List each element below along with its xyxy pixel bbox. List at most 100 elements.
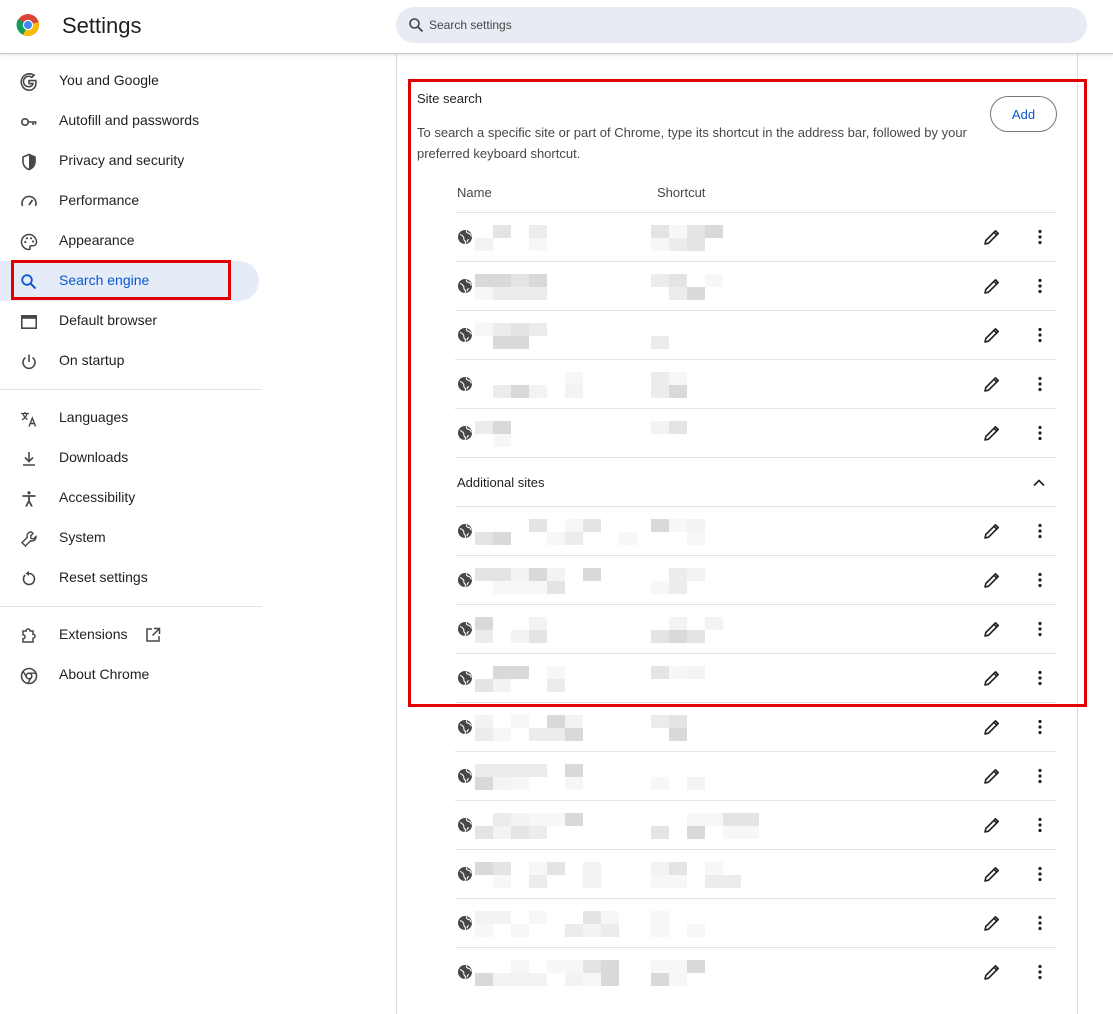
site-search-row[interactable] [455, 751, 1056, 800]
more-options-icon[interactable] [1030, 227, 1050, 247]
more-options-icon[interactable] [1030, 864, 1050, 884]
edit-pencil-icon[interactable] [982, 619, 1002, 639]
redacted-pixel [651, 225, 669, 238]
redacted-pixel [511, 715, 529, 728]
highlight-box-nav [11, 260, 231, 300]
sidebar-item-reset-settings[interactable]: Reset settings [0, 558, 259, 598]
redacted-pixel [511, 581, 529, 594]
sidebar-item-on-startup[interactable]: On startup [0, 341, 259, 381]
redacted-pixel [547, 813, 565, 826]
site-search-row[interactable] [455, 898, 1056, 947]
chevron-up-icon[interactable] [1029, 474, 1049, 492]
search-settings-input[interactable] [429, 7, 1049, 43]
sidebar-item-autofill[interactable]: Autofill and passwords [0, 101, 259, 141]
edit-pencil-icon[interactable] [982, 227, 1002, 247]
search-settings-box[interactable] [396, 7, 1087, 43]
redacted-pixel [669, 238, 687, 251]
edit-pencil-icon[interactable] [982, 766, 1002, 786]
more-options-icon[interactable] [1030, 423, 1050, 443]
more-options-icon[interactable] [1030, 717, 1050, 737]
sidebar-item-privacy[interactable]: Privacy and security [0, 141, 259, 181]
site-search-row[interactable] [455, 800, 1056, 849]
site-search-row[interactable] [455, 359, 1056, 408]
site-search-row[interactable] [455, 947, 1056, 996]
redacted-pixel [651, 666, 669, 679]
more-options-icon[interactable] [1030, 668, 1050, 688]
redacted-pixel [475, 924, 493, 937]
site-search-row[interactable] [455, 261, 1056, 310]
edit-pencil-icon[interactable] [982, 570, 1002, 590]
redacted-pixel [687, 238, 705, 251]
redacted-pixel [619, 532, 637, 545]
site-search-row[interactable] [455, 849, 1056, 898]
shortcut-redacted [651, 862, 741, 888]
redacted-pixel [475, 238, 493, 251]
more-options-icon[interactable] [1030, 570, 1050, 590]
redacted-pixel [529, 875, 547, 888]
sidebar-item-default-browser[interactable]: Default browser [0, 301, 259, 341]
sidebar-item-performance[interactable]: Performance [0, 181, 259, 221]
more-options-icon[interactable] [1030, 913, 1050, 933]
sidebar-item-you-and-google[interactable]: You and Google [0, 61, 259, 101]
sidebar-item-extensions[interactable]: Extensions [0, 615, 259, 655]
site-search-row[interactable] [455, 310, 1056, 359]
more-options-icon[interactable] [1030, 374, 1050, 394]
redacted-pixel [493, 973, 511, 986]
more-options-icon[interactable] [1030, 962, 1050, 982]
redacted-pixel [511, 287, 529, 300]
edit-pencil-icon[interactable] [982, 962, 1002, 982]
edit-pencil-icon[interactable] [982, 325, 1002, 345]
redacted-pixel [651, 421, 669, 434]
redacted-pixel [651, 911, 669, 924]
edit-pencil-icon[interactable] [982, 668, 1002, 688]
sidebar-item-downloads[interactable]: Downloads [0, 438, 259, 478]
site-search-row[interactable] [455, 506, 1056, 555]
edit-pencil-icon[interactable] [982, 276, 1002, 296]
top-bar: Settings [0, 0, 1113, 54]
edit-pencil-icon[interactable] [982, 423, 1002, 443]
sidebar-item-appearance[interactable]: Appearance [0, 221, 259, 261]
site-name-redacted [475, 960, 619, 986]
additional-sites-header[interactable]: Additional sites [455, 457, 1056, 506]
redacted-pixel [651, 336, 669, 349]
more-options-icon[interactable] [1030, 766, 1050, 786]
redacted-pixel [687, 960, 705, 973]
site-name-redacted [475, 323, 547, 349]
site-search-row[interactable] [455, 653, 1056, 702]
redacted-pixel [493, 336, 511, 349]
redacted-pixel [687, 813, 705, 826]
more-options-icon[interactable] [1030, 619, 1050, 639]
more-options-icon[interactable] [1030, 521, 1050, 541]
site-search-row[interactable] [455, 212, 1056, 261]
edit-pencil-icon[interactable] [982, 913, 1002, 933]
more-options-icon[interactable] [1030, 815, 1050, 835]
sidebar-item-label: Privacy and security [59, 152, 185, 168]
more-options-icon[interactable] [1030, 325, 1050, 345]
add-site-search-button[interactable]: Add [990, 96, 1057, 132]
globe-icon [457, 572, 473, 588]
shortcut-redacted [651, 960, 705, 986]
open-in-new-icon[interactable] [145, 627, 161, 643]
redacted-pixel [493, 532, 511, 545]
edit-pencil-icon[interactable] [982, 717, 1002, 737]
redacted-pixel [565, 519, 583, 532]
sidebar-item-system[interactable]: System [0, 518, 259, 558]
redacted-pixel [583, 911, 601, 924]
site-search-row[interactable] [455, 702, 1056, 751]
edit-pencil-icon[interactable] [982, 521, 1002, 541]
sidebar-item-about-chrome[interactable]: About Chrome [0, 655, 259, 695]
site-search-row[interactable] [455, 555, 1056, 604]
redacted-pixel [475, 777, 493, 790]
site-search-row[interactable] [455, 604, 1056, 653]
edit-pencil-icon[interactable] [982, 374, 1002, 394]
more-options-icon[interactable] [1030, 276, 1050, 296]
edit-pencil-icon[interactable] [982, 815, 1002, 835]
redacted-pixel [669, 617, 687, 630]
globe-icon [457, 229, 473, 245]
site-search-row[interactable] [455, 408, 1056, 457]
redacted-pixel [583, 973, 601, 986]
sidebar-item-languages[interactable]: Languages [0, 398, 259, 438]
redacted-pixel [493, 911, 511, 924]
edit-pencil-icon[interactable] [982, 864, 1002, 884]
sidebar-item-accessibility[interactable]: Accessibility [0, 478, 259, 518]
